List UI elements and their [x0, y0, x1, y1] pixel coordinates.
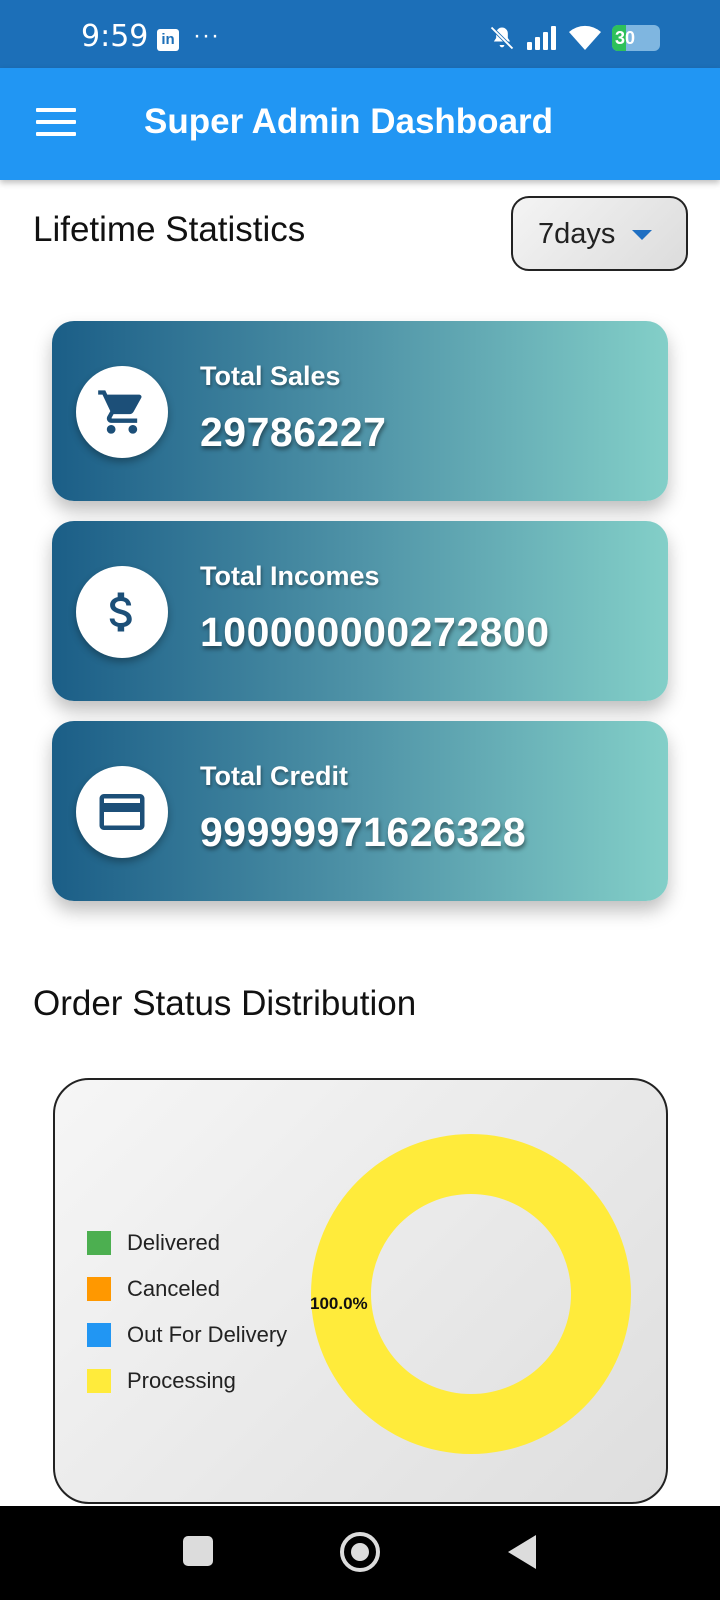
app-bar: Super Admin Dashboard [0, 68, 720, 180]
legend-item: Delivered [87, 1220, 287, 1266]
chart-legend: Delivered Canceled Out For Delivery Process… [87, 1220, 287, 1404]
stat-value: 100000000272800 [200, 609, 550, 655]
order-status-heading: Order Status Distribution [33, 984, 417, 1023]
legend-item: Processing [87, 1358, 287, 1404]
legend-label: Delivered [127, 1230, 220, 1255]
battery-level: 30 [615, 28, 636, 48]
menu-icon[interactable] [36, 108, 76, 138]
legend-item: Out For Delivery [87, 1312, 287, 1358]
page-title: Super Admin Dashboard [144, 102, 554, 141]
legend-swatch [87, 1277, 111, 1301]
slice-percent-label: 100.0% [310, 1294, 368, 1313]
period-selected-value: 7days [538, 218, 616, 250]
stat-label: Total Credit [200, 761, 348, 791]
legend-swatch [87, 1369, 111, 1393]
recents-button[interactable] [183, 1536, 213, 1566]
back-button[interactable] [508, 1535, 536, 1569]
signal-icon [527, 26, 556, 50]
status-time: 9:59 [81, 19, 149, 54]
silent-bell-icon [490, 26, 514, 50]
order-status-chart-card: Delivered Canceled Out For Delivery Process… [53, 1078, 668, 1504]
stat-icon-container [76, 366, 168, 458]
stat-value: 29786227 [200, 409, 387, 455]
system-nav-bar [0, 1506, 720, 1600]
status-icons: 30 [488, 24, 660, 52]
wifi-icon [569, 25, 601, 50]
total-credit-card[interactable]: Total Credit 99999971626328 [52, 721, 668, 901]
battery-icon: 30 [612, 25, 660, 51]
stat-label: Total Sales [200, 361, 341, 391]
home-button[interactable] [340, 1532, 380, 1572]
stat-icon-container [76, 566, 168, 658]
stat-label: Total Incomes [200, 561, 380, 591]
linkedin-notification-icon: in [157, 29, 179, 51]
status-bar: 9:59 in ··· 30 [0, 0, 720, 68]
total-sales-card[interactable]: Total Sales 29786227 [52, 321, 668, 501]
cart-icon [98, 390, 142, 434]
legend-label: Processing [127, 1368, 236, 1393]
legend-swatch [87, 1231, 111, 1255]
stat-icon-container [76, 766, 168, 858]
period-dropdown[interactable]: 7days [511, 196, 688, 271]
stat-value: 99999971626328 [200, 809, 527, 855]
legend-label: Out For Delivery [127, 1322, 288, 1347]
legend-item: Canceled [87, 1266, 287, 1312]
dollar-icon [109, 592, 132, 632]
total-incomes-card[interactable]: Total Incomes 100000000272800 [52, 521, 668, 701]
legend-label: Canceled [127, 1276, 220, 1301]
more-notifications-icon: ··· [193, 22, 220, 49]
caret-down-icon [632, 230, 652, 240]
lifetime-statistics-heading: Lifetime Statistics [33, 210, 306, 249]
legend-swatch [87, 1323, 111, 1347]
credit-card-icon [99, 794, 145, 830]
